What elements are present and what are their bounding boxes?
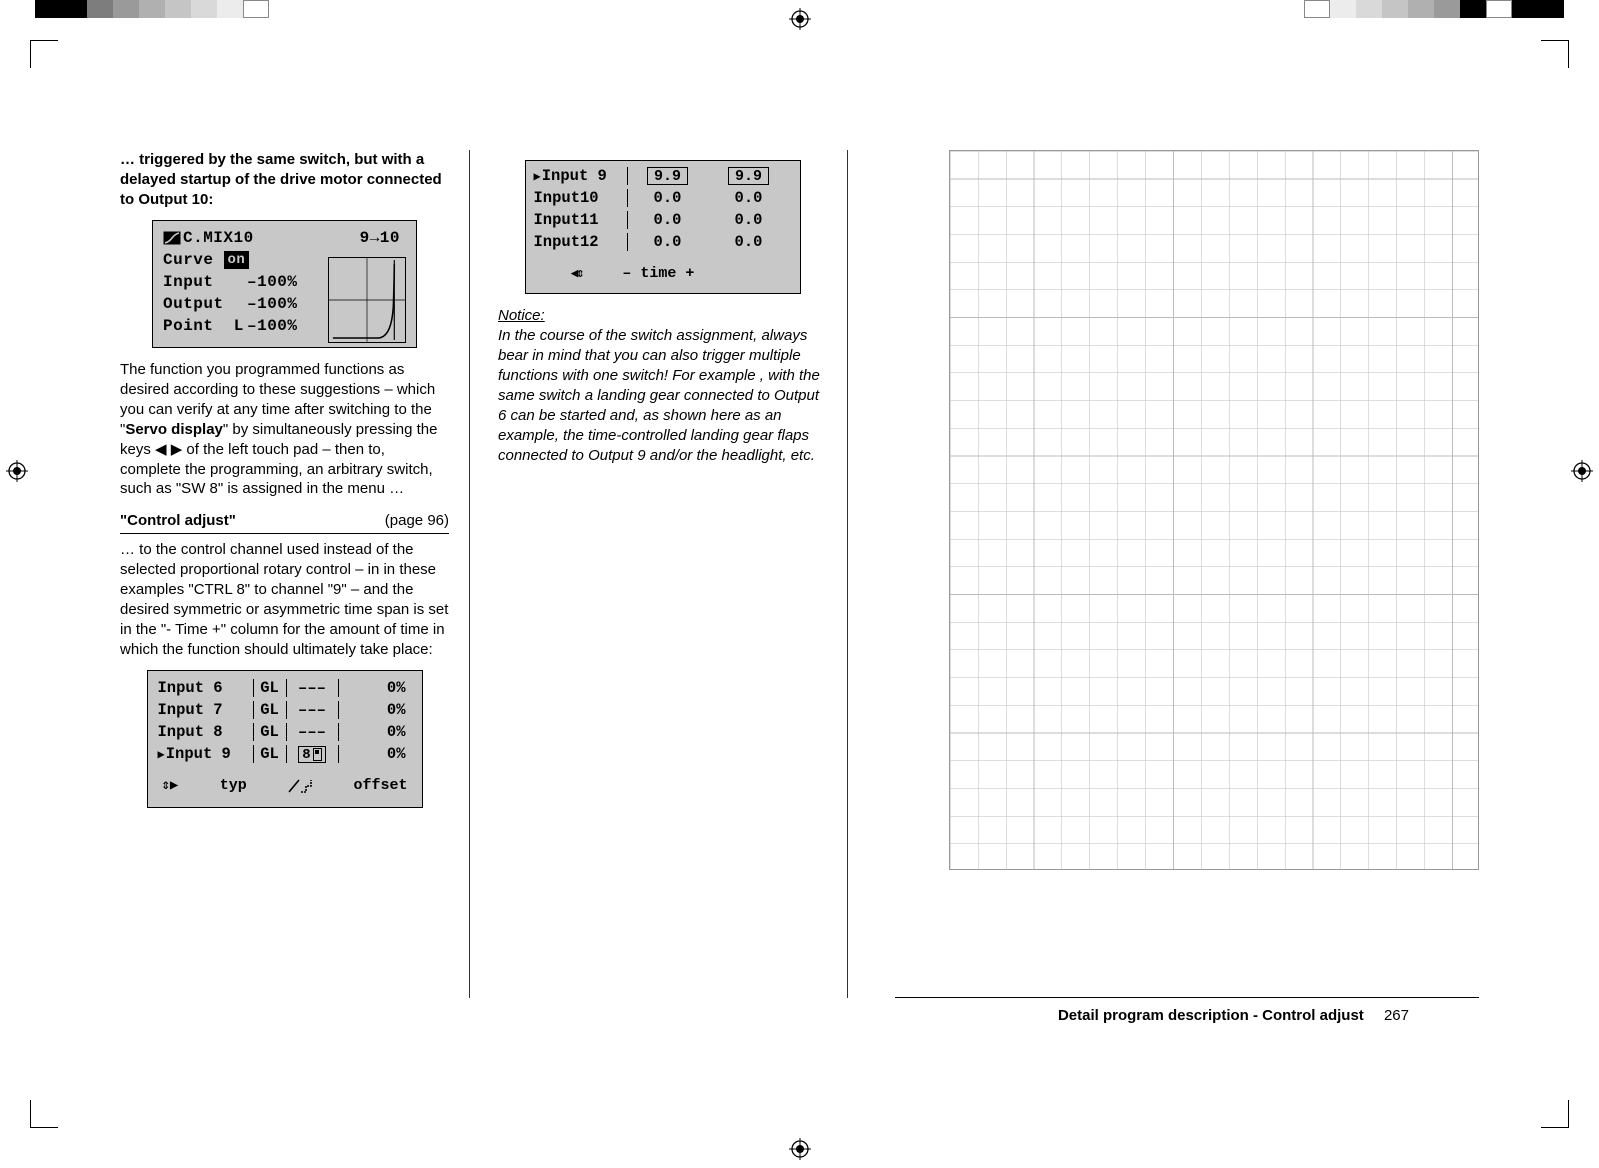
color-bar-left	[35, 0, 269, 18]
control-adjust-heading: "Control adjust" (page 96)	[120, 511, 449, 534]
lcd-time-panel: Input 99.99.9 Input100.00.0 Input110.00.…	[525, 160, 801, 294]
cmix-route: 9→10	[360, 229, 400, 247]
curve-label: Curve	[163, 251, 214, 269]
time-val-b: 9.9	[728, 167, 769, 185]
crop-mark	[1541, 40, 1569, 68]
time-val-a: 9.9	[647, 167, 688, 185]
page-number: 267	[1384, 1007, 1409, 1024]
row-label: Output	[163, 295, 247, 313]
footer-title: Detail program description - Control adj…	[1058, 1007, 1364, 1024]
crop-mark	[1541, 1100, 1569, 1128]
page-ref: (page 96)	[385, 511, 449, 531]
table-row: Input110.00.0	[526, 209, 800, 231]
cmix-title: C.MIX10	[183, 229, 254, 247]
switch-icon	[313, 748, 322, 762]
registration-mark-icon	[1571, 460, 1593, 482]
footer-time: – time +	[622, 265, 694, 282]
color-bar-right	[1304, 0, 1564, 18]
footer-offset: offset	[353, 777, 407, 794]
notes-grid	[949, 150, 1479, 870]
intro-text: … triggered by the same switch, but with…	[120, 150, 449, 210]
nav-lr-icon: ◀⇕	[571, 266, 583, 281]
registration-mark-icon	[789, 1138, 811, 1160]
table-row-selected: Input 99.99.9	[526, 165, 800, 187]
row-val: –100%	[247, 317, 298, 335]
registration-mark-icon	[789, 8, 811, 30]
column-3	[876, 150, 1479, 998]
switch-assignment-box: 8	[298, 746, 325, 763]
crop-mark	[30, 40, 58, 68]
table-row: Input 6GL–––0%	[148, 677, 422, 699]
selector-arrow-icon	[534, 167, 542, 185]
para-3: … to the control channel used instead of…	[120, 540, 449, 660]
curve-type-icon	[288, 779, 312, 793]
crop-mark	[30, 1100, 58, 1128]
selector-arrow-icon	[158, 745, 166, 763]
column-2: Input 99.99.9 Input100.00.0 Input110.00.…	[498, 150, 848, 998]
table-row: Input100.00.0	[526, 187, 800, 209]
column-1: … triggered by the same switch, but with…	[120, 150, 470, 998]
mix-curve-icon	[163, 231, 181, 245]
row-val: –100%	[247, 295, 298, 313]
table-row: Input120.00.0	[526, 231, 800, 253]
para-2: The function you programmed functions as…	[120, 360, 449, 500]
notice-heading: Notice:	[498, 306, 827, 326]
curve-graph	[328, 257, 406, 343]
footer-typ: typ	[220, 777, 247, 794]
nav-arrows-icon: ⇕▶	[162, 777, 179, 794]
lcd-footer: ◀⇕ – time +	[526, 259, 800, 287]
row-label: Input	[163, 273, 247, 291]
notice-body: In the course of the switch assignment, …	[498, 326, 827, 466]
table-row: Input 8GL–––0%	[148, 721, 422, 743]
row-val: –100%	[247, 273, 298, 291]
table-row: Input 7GL–––0%	[148, 699, 422, 721]
table-row-selected: Input 9GL80%	[148, 743, 422, 765]
registration-mark-icon	[6, 460, 28, 482]
footer-rule	[895, 997, 1479, 998]
lcd-footer: ⇕▶ typ offset	[148, 771, 422, 801]
curve-on-badge: on	[224, 251, 250, 269]
row-label: Point L	[163, 317, 247, 335]
page-footer: Detail program description - Control adj…	[1058, 1007, 1409, 1024]
lcd-cmix-panel: C.MIX10 9→10 Curve on Input–100% Output–…	[152, 220, 417, 348]
lcd-inputs-panel: Input 6GL–––0% Input 7GL–––0% Input 8GL–…	[147, 670, 423, 808]
